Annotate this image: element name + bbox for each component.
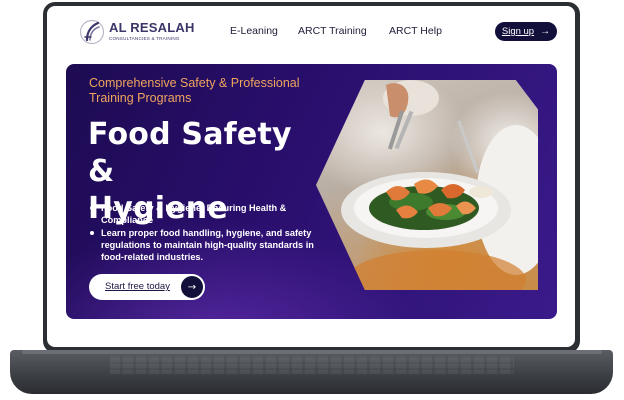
signup-label: Sign up bbox=[501, 26, 535, 37]
arrow-right-icon: → bbox=[540, 26, 551, 37]
brand-name: AL RESALAH bbox=[109, 20, 195, 35]
hero-bullet-list: Food Safety & Hygiene: Ensuring Health &… bbox=[88, 202, 318, 264]
hero-eyebrow: Comprehensive Safety & Professional Trai… bbox=[89, 76, 300, 105]
hero-bullet: Food Safety & Hygiene: Ensuring Health &… bbox=[88, 202, 318, 226]
arrow-right-icon: → bbox=[181, 276, 203, 298]
hero-title-line-1: Food Safety & bbox=[88, 117, 292, 189]
logo-mark-icon bbox=[79, 19, 105, 45]
navbar: AL RESALAH CONSULTANCIES & TRAINING E-Le… bbox=[47, 6, 575, 58]
nav-link-arct-training[interactable]: ARCT Training bbox=[298, 25, 367, 37]
hero-food-image bbox=[316, 80, 538, 290]
laptop-keyboard bbox=[110, 356, 514, 374]
hero-bullet: Learn proper food handling, hygiene, and… bbox=[88, 227, 318, 263]
nav-link-arct-help[interactable]: ARCT Help bbox=[389, 25, 442, 37]
signup-button[interactable]: Sign up → bbox=[495, 22, 557, 41]
laptop-hinge bbox=[22, 350, 602, 354]
laptop-screen: AL RESALAH CONSULTANCIES & TRAINING E-Le… bbox=[47, 6, 575, 347]
hero-banner: Comprehensive Safety & Professional Trai… bbox=[66, 64, 557, 319]
start-free-button[interactable]: Start free today → bbox=[89, 274, 205, 300]
brand-tagline: CONSULTANCIES & TRAINING bbox=[109, 36, 180, 41]
nav-link-e-learning[interactable]: E-Leaning bbox=[230, 25, 278, 37]
brand-logo[interactable]: AL RESALAH CONSULTANCIES & TRAINING bbox=[79, 18, 199, 48]
start-free-label: Start free today bbox=[105, 281, 170, 292]
plated-shrimp-salad-icon bbox=[341, 80, 538, 290]
